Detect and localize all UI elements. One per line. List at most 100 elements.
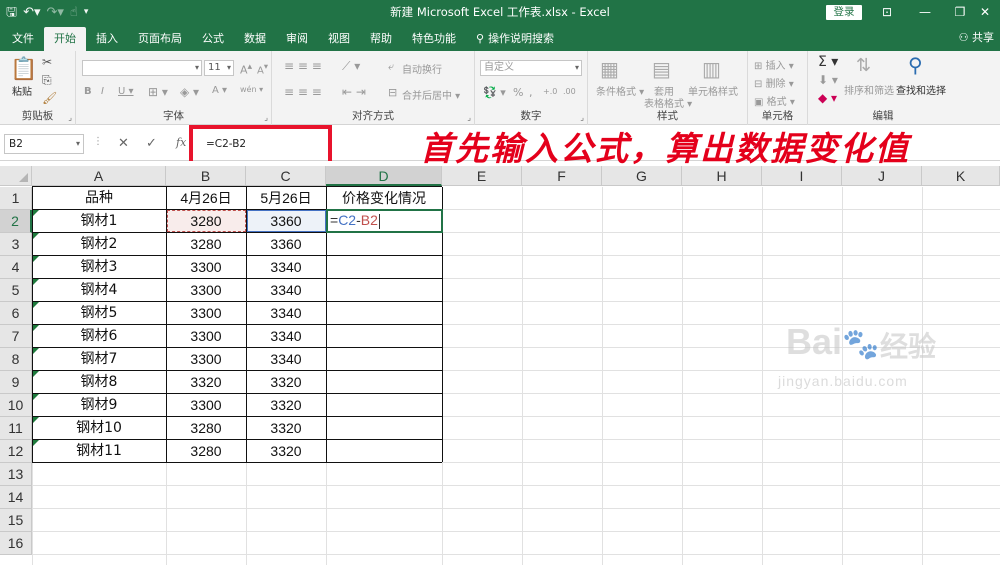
indent-icon[interactable]: ⇤ ⇥ bbox=[342, 85, 366, 99]
row-header-6[interactable]: 6 bbox=[0, 302, 32, 325]
column-header-k[interactable]: K bbox=[922, 166, 1000, 186]
name-box[interactable]: B2 ▾ bbox=[4, 134, 84, 154]
price-cell[interactable]: 3300 bbox=[166, 302, 246, 325]
error-indicator-icon[interactable] bbox=[33, 348, 39, 354]
tab-insert[interactable]: 插入 bbox=[86, 27, 128, 51]
tab-data[interactable]: 数据 bbox=[234, 27, 276, 51]
error-indicator-icon[interactable] bbox=[33, 371, 39, 377]
error-indicator-icon[interactable] bbox=[33, 279, 39, 285]
material-name-cell[interactable]: 钢材8 bbox=[32, 371, 166, 394]
price-cell[interactable]: 3340 bbox=[246, 279, 326, 302]
price-cell[interactable]: 3360 bbox=[246, 233, 326, 256]
close-icon[interactable]: ✕ bbox=[970, 0, 1000, 25]
format-painter-icon[interactable]: 🖌 bbox=[42, 91, 57, 105]
price-cell[interactable]: 3320 bbox=[166, 371, 246, 394]
price-cell[interactable]: 3340 bbox=[246, 302, 326, 325]
row-header-5[interactable]: 5 bbox=[0, 279, 32, 302]
minimize-icon[interactable]: — bbox=[910, 0, 940, 25]
touch-mode-icon[interactable]: ☝ bbox=[70, 0, 78, 25]
font-size-combo[interactable]: 11 ▾ bbox=[204, 60, 234, 76]
decrease-decimal-icon[interactable]: .00 bbox=[563, 87, 576, 96]
row-header-7[interactable]: 7 bbox=[0, 325, 32, 348]
font-launcher-icon[interactable]: ⌟ bbox=[264, 113, 268, 122]
orientation-icon[interactable]: ⟋ ▾ bbox=[342, 59, 360, 74]
tab-page-layout[interactable]: 页面布局 bbox=[128, 27, 192, 51]
grow-font-icon[interactable]: A▴ bbox=[240, 61, 252, 77]
price-cell[interactable]: 3280 bbox=[166, 417, 246, 440]
fill-icon[interactable]: ⬇ ▾ bbox=[818, 73, 838, 87]
cancel-icon[interactable]: ✕ bbox=[118, 136, 129, 151]
insert-cells-button[interactable]: ⊞ 插入 ▾ bbox=[754, 57, 794, 72]
price-cell[interactable]: 3300 bbox=[166, 279, 246, 302]
tell-me-search[interactable]: ⚲ 操作说明搜索 bbox=[466, 27, 564, 51]
row-header-12[interactable]: 12 bbox=[0, 440, 32, 463]
error-indicator-icon[interactable] bbox=[33, 417, 39, 423]
active-cell-d2[interactable]: =C2-B2 bbox=[326, 209, 443, 233]
copy-icon[interactable]: ⎘ bbox=[42, 73, 52, 88]
font-name-combo[interactable]: ▾ bbox=[82, 60, 202, 76]
select-all-corner[interactable] bbox=[0, 166, 32, 186]
align-top-icon[interactable]: ≡ ≡ ≡ bbox=[284, 59, 322, 73]
paste-icon[interactable]: 📋 bbox=[10, 57, 37, 82]
align-center-icon[interactable]: ≡ ≡ ≡ bbox=[284, 85, 322, 99]
material-name-cell[interactable]: 钢材10 bbox=[32, 417, 166, 440]
redo-icon[interactable]: ↷▾ bbox=[47, 0, 64, 25]
row-header-13[interactable]: 13 bbox=[0, 463, 32, 486]
conditional-format-icon[interactable]: ▦ bbox=[600, 57, 619, 81]
tab-help[interactable]: 帮助 bbox=[360, 27, 402, 51]
accounting-icon[interactable]: 💱 ▾ bbox=[483, 86, 506, 99]
header-cell[interactable]: 5月26日 bbox=[246, 187, 326, 210]
row-header-15[interactable]: 15 bbox=[0, 509, 32, 532]
merge-center-button[interactable]: 合并后居中 ▾ bbox=[402, 87, 460, 102]
price-cell[interactable]: 3320 bbox=[246, 394, 326, 417]
column-header-c[interactable]: C bbox=[246, 166, 326, 186]
find-select-button[interactable]: 查找和选择 bbox=[896, 82, 946, 97]
ribbon-options-icon[interactable]: ⊡ bbox=[872, 0, 902, 25]
material-name-cell[interactable]: 钢材2 bbox=[32, 233, 166, 256]
cell-styles-button[interactable]: 单元格样式 bbox=[688, 83, 738, 98]
price-cell[interactable]: 3320 bbox=[246, 440, 326, 463]
row-header-16[interactable]: 16 bbox=[0, 532, 32, 555]
material-name-cell[interactable]: 钢材7 bbox=[32, 348, 166, 371]
header-cell[interactable]: 4月26日 bbox=[166, 187, 246, 210]
price-cell[interactable]: 3280 bbox=[166, 233, 246, 256]
row-header-1[interactable]: 1 bbox=[0, 187, 32, 210]
column-header-b[interactable]: B bbox=[166, 166, 246, 186]
share-button[interactable]: ⚇ 共享 bbox=[959, 25, 994, 51]
tab-formulas[interactable]: 公式 bbox=[192, 27, 234, 51]
enter-icon[interactable]: ✓ bbox=[146, 136, 157, 151]
price-cell[interactable]: 3320 bbox=[246, 371, 326, 394]
italic-icon[interactable]: I bbox=[101, 86, 104, 97]
undo-icon[interactable]: ↶▾ bbox=[23, 0, 40, 25]
format-cells-button[interactable]: ▣ 格式 ▾ bbox=[754, 93, 795, 108]
price-cell[interactable]: 3300 bbox=[166, 348, 246, 371]
login-button[interactable]: 登录 bbox=[826, 5, 862, 20]
wrap-text-button[interactable]: 自动换行 bbox=[402, 61, 442, 76]
material-name-cell[interactable]: 钢材5 bbox=[32, 302, 166, 325]
error-indicator-icon[interactable] bbox=[33, 256, 39, 262]
error-indicator-icon[interactable] bbox=[33, 302, 39, 308]
header-cell[interactable]: 品种 bbox=[32, 187, 166, 210]
material-name-cell[interactable]: 钢材11 bbox=[32, 440, 166, 463]
price-cell[interactable]: 3300 bbox=[166, 394, 246, 417]
error-indicator-icon[interactable] bbox=[33, 394, 39, 400]
bold-icon[interactable]: B bbox=[84, 86, 92, 97]
row-header-4[interactable]: 4 bbox=[0, 256, 32, 279]
font-color-icon[interactable]: A ▾ bbox=[212, 85, 227, 96]
number-launcher-icon[interactable]: ⌟ bbox=[580, 113, 584, 122]
save-icon[interactable]: 🖫 bbox=[6, 0, 17, 25]
price-cell[interactable]: 3340 bbox=[246, 256, 326, 279]
price-cell[interactable]: 3340 bbox=[246, 348, 326, 371]
underline-icon[interactable]: U ▾ bbox=[118, 86, 134, 97]
clipboard-launcher-icon[interactable]: ⌟ bbox=[68, 113, 72, 122]
sort-filter-button[interactable]: 排序和筛选 bbox=[844, 82, 894, 97]
tab-view[interactable]: 视图 bbox=[318, 27, 360, 51]
price-cell[interactable]: 3280 bbox=[166, 440, 246, 463]
increase-decimal-icon[interactable]: +.0 bbox=[543, 87, 557, 96]
number-format-combo[interactable]: 自定义 ▾ bbox=[480, 60, 582, 76]
cell-styles-icon[interactable]: ▥ bbox=[702, 57, 721, 81]
header-cell[interactable]: 价格变化情况 bbox=[326, 187, 442, 210]
material-name-cell[interactable]: 钢材3 bbox=[32, 256, 166, 279]
price-cell[interactable]: 3340 bbox=[246, 325, 326, 348]
phonetic-icon[interactable]: wén ▾ bbox=[240, 85, 263, 94]
